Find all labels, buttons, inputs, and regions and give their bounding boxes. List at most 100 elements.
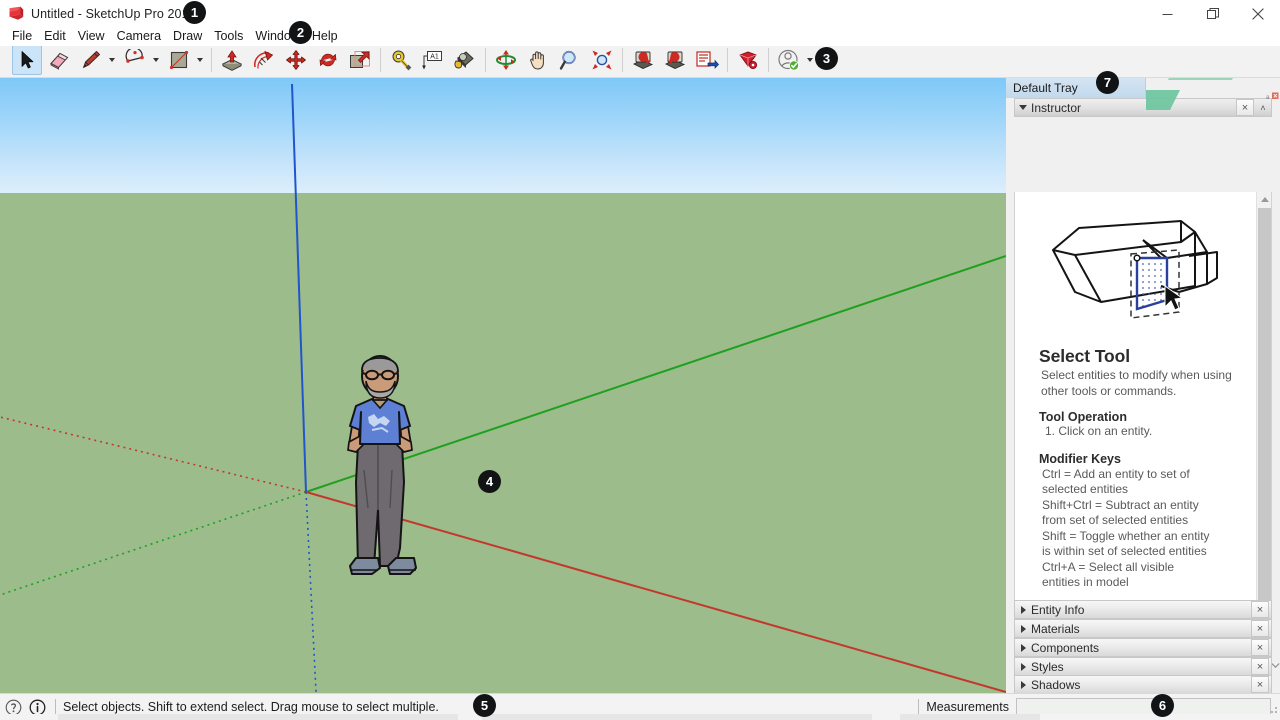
chevron-right-icon[interactable]	[1015, 681, 1031, 689]
panel-materials-title: Materials	[1031, 621, 1080, 636]
restore-button[interactable]	[1190, 0, 1235, 28]
measurements-divider	[918, 698, 920, 716]
tool-zoom-magnifier-button[interactable]	[555, 45, 585, 75]
chevron-right-icon[interactable]	[1015, 663, 1031, 671]
panel-styles[interactable]: Styles ×	[1014, 657, 1272, 676]
tray-tab-controls[interactable]: a	[1265, 84, 1280, 108]
tool-send-to-layout-button[interactable]	[692, 45, 722, 75]
menu-tools[interactable]: Tools	[208, 28, 249, 44]
tool-follow-me-button[interactable]	[249, 45, 279, 75]
instructor-modifier-line-1: Ctrl = Add an entity to set of	[1042, 466, 1190, 481]
scroll-up-icon[interactable]	[1257, 192, 1271, 206]
tool-rotate-button[interactable]	[313, 45, 343, 75]
tool-tape-measure-button[interactable]	[386, 45, 416, 75]
axis-blue-solid	[291, 83, 307, 493]
tool-eraser-button[interactable]	[44, 45, 74, 75]
tool-ruby-extension-button[interactable]	[733, 45, 763, 75]
chevron-right-icon[interactable]	[1015, 644, 1031, 652]
callout-badge-2: 2	[289, 21, 312, 44]
measurements-label: Measurements	[926, 700, 1009, 714]
toolbar-separator-5	[727, 47, 728, 72]
scale-figure-person	[347, 355, 417, 575]
tool-account-dropdown-caret[interactable]	[805, 45, 815, 75]
chevron-right-icon[interactable]	[1015, 606, 1031, 614]
instructor-description: Select entities to modify when using oth…	[1041, 368, 1232, 398]
tray-scroll-down-icon[interactable]	[1271, 659, 1280, 671]
tool-line-dropdown-caret[interactable]	[107, 45, 117, 75]
menu-camera[interactable]: Camera	[111, 28, 167, 44]
panel-shadows-close-icon[interactable]: ×	[1251, 676, 1269, 693]
callout-badge-4: 4	[478, 470, 501, 493]
default-tray-panel: Default Tray Instructor × ˄ Select Tool …	[1006, 78, 1280, 694]
panel-entity-info-title: Entity Info	[1031, 602, 1085, 617]
tool-move-button[interactable]	[281, 45, 311, 75]
tool-orbit-button[interactable]	[491, 45, 521, 75]
close-button[interactable]	[1235, 0, 1280, 28]
tool-arc-dropdown-caret[interactable]	[151, 45, 161, 75]
panel-components-title: Components	[1031, 640, 1100, 655]
tool-rectangle-dropdown-caret[interactable]	[195, 45, 205, 75]
tool-scale-button[interactable]	[345, 45, 375, 75]
tool-line-button[interactable]	[76, 45, 106, 75]
menu-view[interactable]: View	[72, 28, 111, 44]
bottom-edge-segment-3	[900, 714, 1040, 720]
tool-pan-hand-button[interactable]	[523, 45, 553, 75]
toolbar-group-account	[773, 42, 817, 78]
minimize-button[interactable]	[1145, 0, 1190, 28]
panel-materials-close-icon[interactable]: ×	[1251, 620, 1269, 637]
tool-scene-previous-button[interactable]	[628, 45, 658, 75]
instructor-modifier-line-3: Shift+Ctrl = Subtract an entity	[1042, 497, 1199, 512]
tool-paint-bucket-button[interactable]	[450, 45, 480, 75]
toolbar-group-camera	[490, 42, 618, 78]
window-controls	[1145, 0, 1280, 28]
tray-tab-default[interactable]: Default Tray	[1006, 78, 1146, 98]
instructor-panel-header[interactable]: Instructor × ˄	[1014, 98, 1272, 117]
tool-arc-button[interactable]	[120, 45, 150, 75]
panel-styles-close-icon[interactable]: ×	[1251, 658, 1269, 675]
panel-shadows-title: Shadows	[1031, 677, 1081, 692]
menu-draw[interactable]: Draw	[167, 28, 208, 44]
tool-user-account-signed-in-button[interactable]	[774, 45, 804, 75]
panel-shadows[interactable]: Shadows ×	[1014, 675, 1272, 694]
instructor-modifier-line-2: selected entities	[1042, 482, 1129, 496]
modeling-viewport[interactable]	[0, 78, 1006, 693]
panel-entity-info-close-icon[interactable]: ×	[1251, 601, 1269, 618]
callout-badge-5: 5	[473, 694, 496, 717]
instructor-close-icon[interactable]: ×	[1236, 99, 1254, 116]
scrollbar-thumb[interactable]	[1258, 208, 1271, 618]
tray-vertical-scrollbar[interactable]	[1272, 98, 1279, 692]
viewport-contents	[0, 83, 1006, 693]
tool-text-label-button[interactable]: A1	[418, 45, 448, 75]
tool-select-button[interactable]	[12, 44, 42, 75]
instructor-modifier-line-4: from set of selected entities	[1042, 513, 1189, 527]
tool-rectangle-button[interactable]	[164, 45, 194, 75]
tool-scene-next-button[interactable]	[660, 45, 690, 75]
tool-zoom-extents-button[interactable]	[587, 45, 617, 75]
toolbar-separator-6	[768, 47, 769, 72]
chevron-right-icon[interactable]	[1015, 625, 1031, 633]
chevron-down-icon[interactable]	[1015, 105, 1031, 110]
axis-blue-dashed	[305, 491, 317, 693]
status-message: Select objects. Shift to extend select. …	[63, 700, 439, 714]
toolbar-group-scenes	[627, 42, 723, 78]
toolbar-group-edit	[216, 42, 376, 78]
panel-materials[interactable]: Materials ×	[1014, 619, 1272, 638]
instructor-tool-operation-line-1: 1. Click on an entity.	[1045, 424, 1153, 438]
toolbar-separator-4	[622, 47, 623, 72]
tool-push-pull-button[interactable]	[217, 45, 247, 75]
callout-badge-3: 3	[815, 47, 838, 70]
axis-green-dashed	[0, 491, 307, 596]
panel-components[interactable]: Components ×	[1014, 638, 1272, 657]
window-title: Untitled - SketchUp Pro 2019	[31, 7, 196, 21]
toolbar-separator-1	[211, 47, 212, 72]
tray-tab-label: Default Tray	[1013, 81, 1078, 95]
main-toolbar: A1	[0, 42, 1280, 78]
panel-components-close-icon[interactable]: ×	[1251, 639, 1269, 656]
svg-text:a: a	[1266, 95, 1270, 101]
menu-edit[interactable]: Edit	[38, 28, 72, 44]
select-tool-diagram-icon	[1052, 220, 1218, 319]
instructor-heading: Select Tool	[1039, 346, 1130, 366]
menu-file[interactable]: File	[6, 28, 38, 44]
panel-entity-info[interactable]: Entity Info ×	[1014, 600, 1272, 619]
status-divider	[55, 698, 56, 716]
